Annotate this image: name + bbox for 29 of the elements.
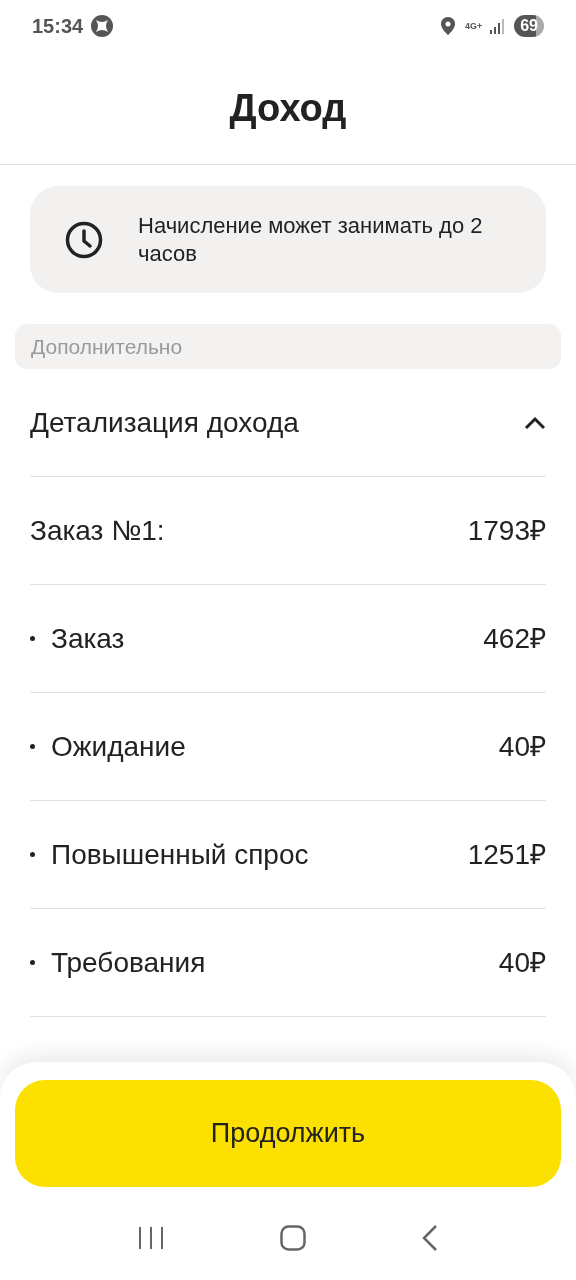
bullet-icon [30, 960, 35, 965]
back-icon[interactable] [422, 1225, 438, 1251]
bullet-icon [30, 852, 35, 857]
order-label: Заказ №1: [30, 513, 165, 548]
battery-indicator: 69 [514, 15, 544, 37]
income-item-amount: 40₽ [498, 945, 546, 980]
income-item-label: Ожидание [51, 729, 186, 764]
recent-apps-icon[interactable] [138, 1226, 164, 1250]
page-title: Доход [229, 85, 347, 131]
order-amount: 1793₽ [467, 513, 546, 548]
income-item-amount: 462₽ [483, 621, 546, 656]
bullet-icon [30, 636, 35, 641]
network-label: 4G+ [464, 21, 483, 31]
section-title: Дополнительно [31, 333, 183, 360]
income-item-amount: 40₽ [498, 729, 546, 764]
income-item-amount: 1251₽ [467, 837, 546, 872]
app-notification-icon [91, 15, 114, 37]
income-item-label: Заказ [51, 621, 125, 656]
clock-icon [64, 219, 104, 260]
signal-icon [490, 18, 507, 34]
continue-button[interactable]: Продолжить [15, 1080, 561, 1187]
status-time: 15:34 [32, 14, 84, 39]
income-item-label: Повышенный спрос [51, 837, 309, 872]
notice-text: Начисление может занимать до 2 часов [138, 211, 484, 268]
income-item-label: Требования [51, 945, 206, 980]
location-icon [440, 17, 455, 35]
bullet-icon [30, 744, 35, 749]
details-toggle[interactable]: Детализация дохода [30, 369, 546, 477]
home-icon[interactable] [280, 1225, 306, 1251]
